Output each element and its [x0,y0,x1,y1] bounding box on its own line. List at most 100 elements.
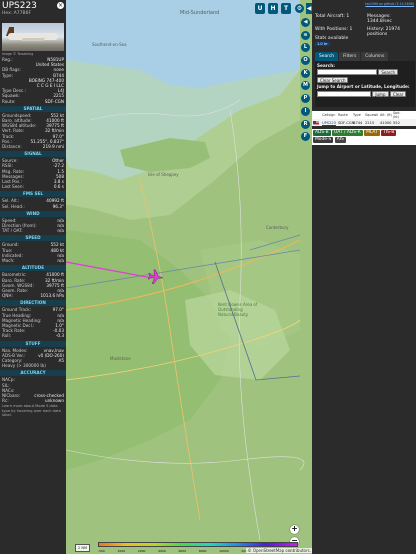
col-squawk[interactable]: Squawk [365,113,380,117]
map-scale: 2 NM [75,544,90,552]
info-value: unknown [44,398,64,404]
info-row: Sel. Head.: 96.3° [0,204,66,209]
info-header: UPS223 Hex: A77B6F × [0,0,66,22]
tab-filters[interactable]: Filters [339,52,361,61]
filter-chip-modes[interactable]: Mode-S [313,137,334,143]
filter-chip-mlat[interactable]: MLAT [364,130,380,136]
info-label: Roll: [2,333,12,339]
search-panel: Search: Search Clear Search Jump to Airp… [315,61,415,107]
info-footnote: Learn more about Mode S data type by hov… [2,404,61,418]
info-row: QNH: 1013.6 hPa [0,293,66,298]
tab-columns[interactable]: Columns [361,52,389,61]
filter-chip-uat[interactable]: UAT / ADS-R [332,130,363,136]
app-root: Mid-Sunderland Southend-on-Sea Isle of S… [0,0,416,554]
row-callsign[interactable]: UPS223 [322,121,338,125]
toolbar-button-m[interactable]: M [301,81,310,91]
info-row: TAT / OAT: n/a [0,228,66,233]
info-row: Roll: -0.3 [0,333,66,338]
map-label-mid: Mid-Sunderland [180,10,220,16]
search-button[interactable]: Search [378,69,399,75]
map-tool-column: ◀ ≡ L O K M P I R F [301,18,311,145]
layers-icon[interactable]: ≡ [301,30,310,40]
col-callsign[interactable]: Callsign [322,113,338,117]
messages-value: 1344.8/sec [367,19,392,24]
col-altitude[interactable]: Alt. (ft) [380,113,393,117]
map-label-maidstone: Maidstone [110,356,131,361]
aircraft-table-header: Callsign Route Type Squawk Alt. (ft) Spd… [312,111,416,119]
nav-arrow-icon[interactable]: ◀ [301,18,310,27]
stats-row-1: Total Aircraft: 1 Messages: 1344.8/sec [315,14,415,24]
info-value: 0.6 s [53,184,64,190]
filter-chip-adsb[interactable]: ADS-B [313,130,331,136]
aircraft-info-panel: UPS223 Hex: A77B6F × Image © Tarsaining … [0,0,66,554]
toolbar-button-r[interactable]: R [301,119,310,129]
toolbar-button-p[interactable]: P [301,94,310,104]
section-header-direction: DIRECTION [0,300,66,307]
filter-chip-ais[interactable]: AIS [334,137,346,143]
detail-value: SDF-CGN [44,98,64,104]
clear-button[interactable]: Clear [389,90,407,97]
tab-search[interactable]: Search [315,52,339,61]
col-route[interactable]: Route [338,113,353,117]
stats-available: Stats available [315,36,349,41]
row-type: B744 [353,120,363,125]
close-info-icon[interactable]: × [57,2,64,9]
info-label: Rc: [2,398,9,404]
info-label: Heavy (> 300000 lb) [2,363,46,369]
table-row[interactable]: UPS223 SDF-CGN B744 2215 41000 552 [312,119,416,126]
info-row: Last Seen: 0.6 s [0,184,66,189]
jump-label: Jump to Airport or Latitude, Longitude: [317,84,410,89]
aircraft-photo[interactable] [2,23,64,51]
info-value: 96.3° [52,203,64,209]
alt-legend-label: 4000 [158,549,166,553]
row-speed: 552 [393,120,400,125]
info-label: TAT / OAT: [2,228,23,234]
col-speed[interactable]: Spd. (kt) [393,111,406,119]
alt-legend-label: -500 [98,549,105,553]
alt-legend-label: 2000 [137,549,146,553]
info-row: Distance: 219.9 nmi [0,144,66,149]
section-header-spatial: SPATIAL [0,105,66,112]
toolbar-button-o[interactable]: O [301,56,310,66]
col-type[interactable]: Type [353,113,365,117]
clear-search-button[interactable]: Clear Search [317,77,349,83]
info-row: Mach: n/a [0,258,66,263]
jump-input[interactable] [317,90,371,97]
filter-chip-tisb[interactable]: TIS-B [381,130,397,136]
toolbar-button-k[interactable]: K [301,68,310,78]
row-squawk: 2215 [365,120,375,125]
altitude-legend [98,542,298,547]
info-value: 219.9 nmi [42,144,64,150]
row-altitude: 41000 [380,120,392,125]
with-positions: With Positions: 1 [315,27,353,32]
info-sections: SPATIAL Groundspeed: 552 kt Baro. altitude:… [0,105,66,404]
alt-legend-label: 8000 [198,549,207,553]
info-label: Distance: [2,144,22,150]
sidebar: tar1090 on github (3.14.1606) Total Airc… [312,0,416,554]
jump-button[interactable]: Jump [372,90,389,97]
detail-label: Route: [2,98,16,104]
us-flag-icon [313,120,319,125]
alt-legend-label: 6000 [178,549,187,553]
info-label: Mach: [2,258,15,264]
map-label-kent-downs: Kent Downs Area of Outstanding Natural B… [218,302,258,317]
alt-legend-label: 1000 [117,549,126,553]
toolbar-button-h[interactable]: H [268,3,278,14]
search-input[interactable] [317,69,377,75]
detail-label: Reg.: [2,57,13,62]
toolbar-button-t[interactable]: T [281,3,291,14]
settings-gear-icon[interactable]: ⚙ [295,4,304,13]
stats-badge[interactable]: 1.0 hr [315,42,330,46]
info-value: n/a [57,228,64,234]
toolbar-button-i[interactable]: I [301,106,310,116]
toolbar-button-l[interactable]: L [301,43,310,53]
map-label-canterbury: Canterbury [266,225,289,230]
toolbar-button-u[interactable]: U [255,3,265,14]
info-value: n/a [57,258,64,264]
toolbar-button-f[interactable]: F [301,132,310,142]
section-header-signal: SIGNAL [0,151,66,158]
zoom-in-button[interactable]: + [290,525,299,534]
version-link[interactable]: tar1090 on github (3.14.1606) [365,2,414,6]
map-attribution[interactable]: © OpenStreetMap contributors. [245,548,313,553]
stats-row-3: Stats available 1.0 hr [315,36,415,47]
